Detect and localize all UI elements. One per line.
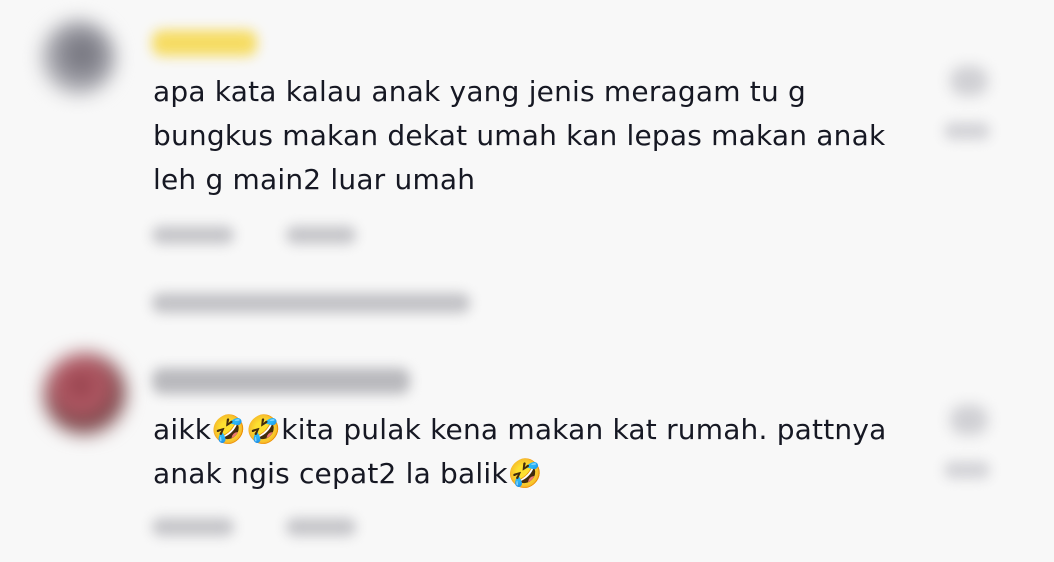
comment-text-line: aikk🤣🤣kita pulak kena makan kat rumah. p…: [153, 413, 887, 446]
heart-icon[interactable]: [950, 66, 988, 96]
comment-date-blurred: [152, 518, 234, 536]
comment-date-blurred: [152, 226, 234, 244]
comment-text-line: apa kata kalau anak yang jenis meragam t…: [153, 75, 806, 108]
like-count-blurred: [944, 122, 990, 140]
comment-text-line: anak ngis cepat2 la balik🤣: [153, 457, 543, 490]
avatar[interactable]: [40, 20, 116, 96]
avatar[interactable]: [44, 353, 126, 435]
comment-item: apa kata kalau anak yang jenis meragam t…: [0, 0, 1054, 330]
view-replies-button[interactable]: [152, 293, 470, 313]
reply-button[interactable]: [286, 226, 356, 244]
username-blurred[interactable]: [152, 30, 257, 56]
comment-text: apa kata kalau anak yang jenis meragam t…: [153, 70, 913, 202]
like-count-blurred: [944, 461, 990, 479]
comment-item: aikk🤣🤣kita pulak kena makan kat rumah. p…: [0, 345, 1054, 562]
reply-button[interactable]: [286, 518, 356, 536]
comment-text-line: bungkus makan dekat umah kan lepas makan…: [153, 119, 886, 152]
username-blurred[interactable]: [152, 368, 410, 394]
comment-text-line: leh g main2 luar umah: [153, 163, 476, 196]
heart-icon[interactable]: [950, 405, 988, 435]
comment-text: aikk🤣🤣kita pulak kena makan kat rumah. p…: [153, 408, 913, 496]
